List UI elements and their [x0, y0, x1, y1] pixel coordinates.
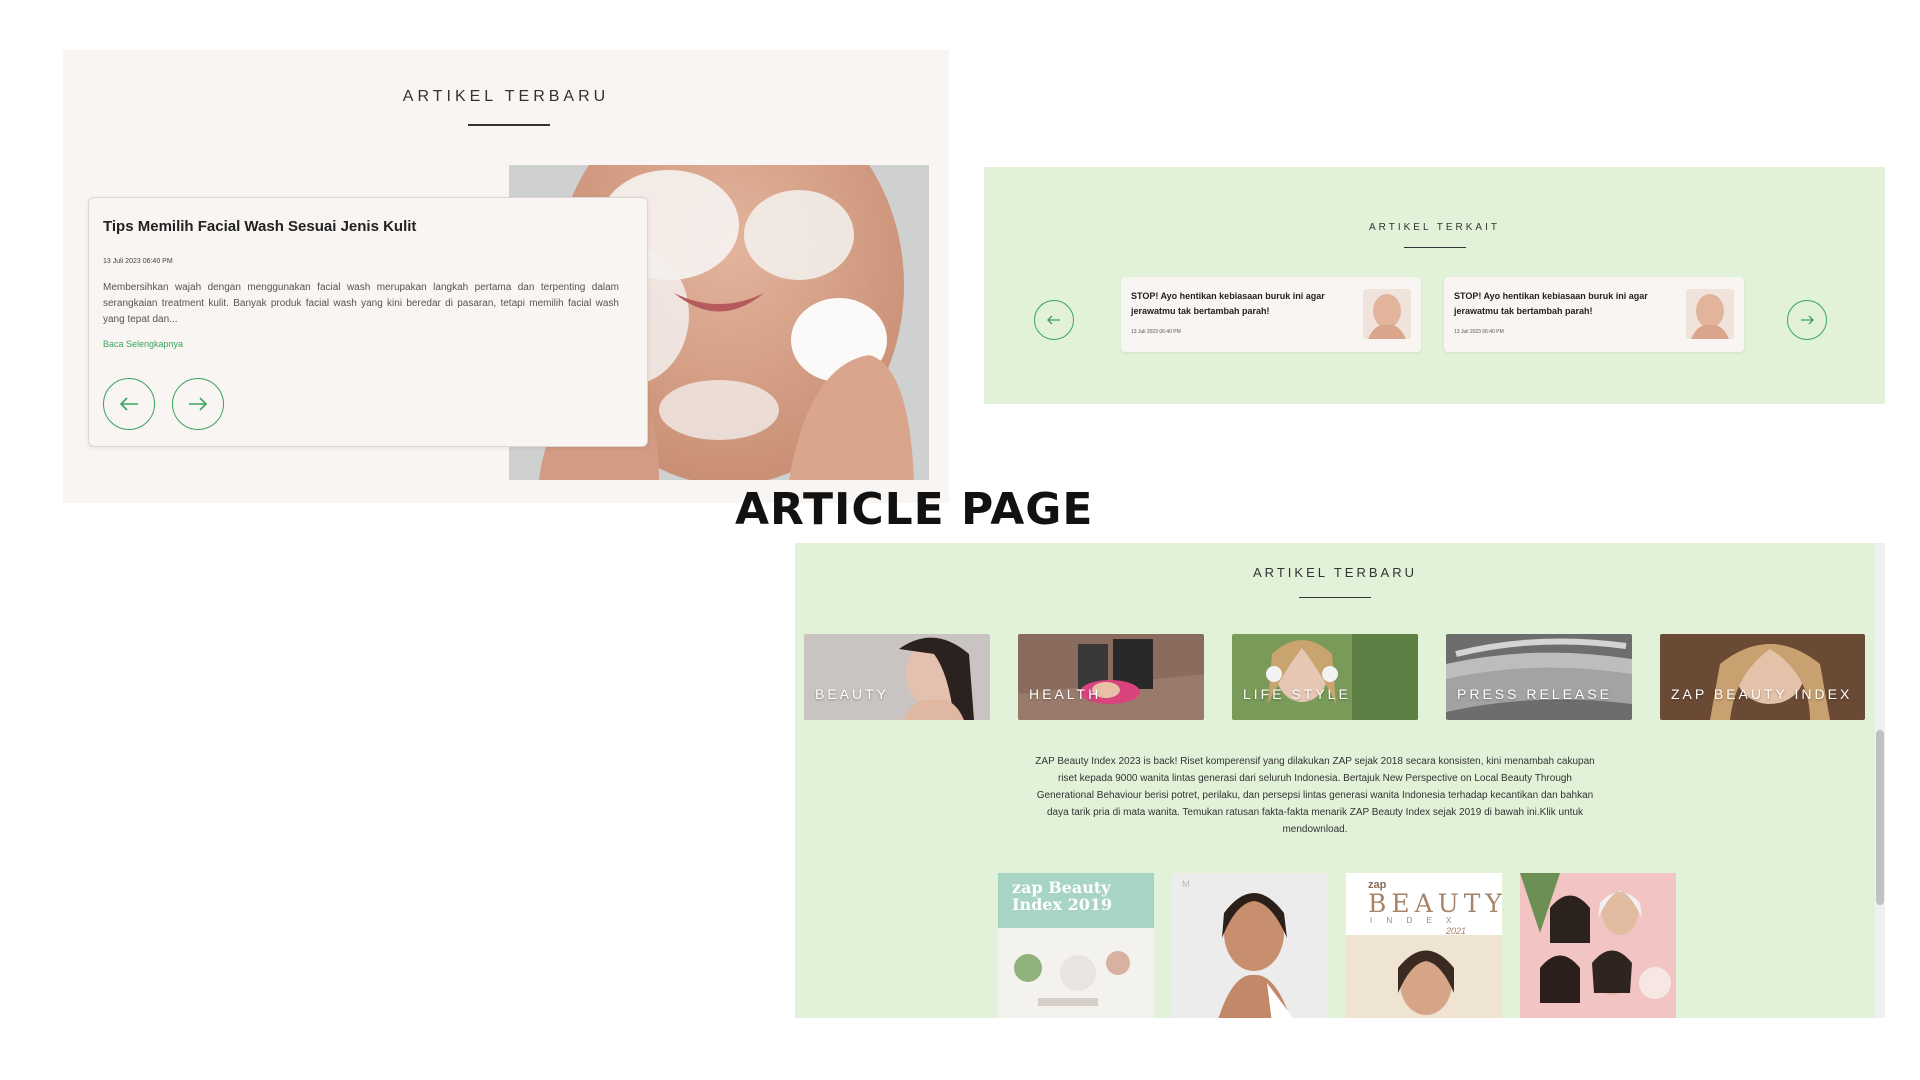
- category-zap-beauty-index[interactable]: ZAP BEAUTY INDEX: [1660, 634, 1865, 720]
- arrow-left-icon: [1047, 315, 1060, 325]
- article-title[interactable]: Tips Memilih Facial Wash Sesuai Jenis Ku…: [103, 218, 416, 235]
- beauty-index-2019-cover[interactable]: zap Beauty Index 2019: [998, 873, 1154, 1018]
- category-label: HEALTH: [1029, 686, 1102, 702]
- title-underline: [468, 124, 550, 126]
- related-article-title[interactable]: STOP! Ayo hentikan kebiasaan buruk ini a…: [1131, 289, 1331, 319]
- cover-text: zap Beauty Index 2019: [1012, 878, 1113, 914]
- article-excerpt: Membersihkan wajah dengan menggunakan fa…: [103, 282, 619, 325]
- article-date: 13 Juli 2023 06:40 PM: [103, 258, 173, 265]
- arrow-right-icon: [189, 397, 208, 411]
- related-article-thumbnail[interactable]: [1686, 289, 1734, 339]
- category-label: BEAUTY: [815, 686, 890, 702]
- related-article-card[interactable]: STOP! Ayo hentikan kebiasaan buruk ini a…: [1444, 277, 1744, 352]
- related-article-card[interactable]: STOP! Ayo hentikan kebiasaan buruk ini a…: [1121, 277, 1421, 352]
- category-health[interactable]: HEALTH: [1018, 634, 1204, 720]
- related-article-date: 13 Juli 2023 06:40 PM: [1454, 329, 1504, 335]
- arrow-right-icon: [1801, 315, 1814, 325]
- related-article-title[interactable]: STOP! Ayo hentikan kebiasaan buruk ini a…: [1454, 289, 1654, 319]
- arrow-left-icon: [119, 397, 138, 411]
- cover-text: M: [1182, 879, 1190, 889]
- title-underline: [1404, 247, 1466, 248]
- category-press-release[interactable]: PRESS RELEASE: [1446, 634, 1632, 720]
- category-life-style[interactable]: LIFE STYLE: [1232, 634, 1418, 720]
- category-beauty[interactable]: BEAUTY: [804, 634, 990, 720]
- related-articles-panel: ARTIKEL TERKAIT STOP! Ayo hentikan kebia…: [984, 167, 1885, 404]
- related-next-button[interactable]: [1787, 300, 1827, 340]
- category-label: LIFE STYLE: [1243, 686, 1351, 702]
- categories-panel: ARTIKEL TERBARU BEAUTY HEALTH LIFE STYLE…: [795, 543, 1885, 1018]
- cover-title: BEAUTY: [1368, 889, 1502, 918]
- section-title: ARTIKEL TERKAIT: [1369, 222, 1500, 233]
- related-article-thumbnail[interactable]: [1363, 289, 1411, 339]
- category-label: PRESS RELEASE: [1457, 686, 1612, 702]
- cover-year: 2021: [1446, 926, 1467, 936]
- beauty-index-2022-cover[interactable]: [1520, 873, 1676, 1018]
- page-heading: ARTICLE PAGE: [735, 484, 1094, 535]
- related-prev-button[interactable]: [1034, 300, 1074, 340]
- title-underline: [1299, 597, 1371, 598]
- next-article-button[interactable]: [172, 378, 224, 430]
- scrollbar[interactable]: [1875, 543, 1885, 1018]
- category-label: ZAP BEAUTY INDEX: [1671, 686, 1853, 702]
- prev-article-button[interactable]: [103, 378, 155, 430]
- scrollbar-thumb[interactable]: [1876, 730, 1884, 905]
- beauty-index-2021-cover[interactable]: zap BEAUTY I N D E X 2021: [1346, 873, 1502, 1018]
- featured-article-card[interactable]: Tips Memilih Facial Wash Sesuai Jenis Ku…: [88, 197, 648, 447]
- beauty-index-2020-cover[interactable]: M: [1172, 873, 1328, 1018]
- read-more-link[interactable]: Baca Selengkapnya: [103, 339, 183, 349]
- related-article-date: 13 Juli 2023 06:40 PM: [1131, 329, 1181, 335]
- beauty-index-description: ZAP Beauty Index 2023 is back! Riset kom…: [1035, 756, 1595, 835]
- latest-articles-panel: ARTIKEL TERBARU Tips Memilih Facial Wash…: [63, 50, 949, 503]
- cover-subtitle: I N D E X: [1370, 916, 1458, 925]
- section-title: ARTIKEL TERBARU: [1253, 565, 1417, 580]
- section-title: ARTIKEL TERBARU: [402, 88, 610, 105]
